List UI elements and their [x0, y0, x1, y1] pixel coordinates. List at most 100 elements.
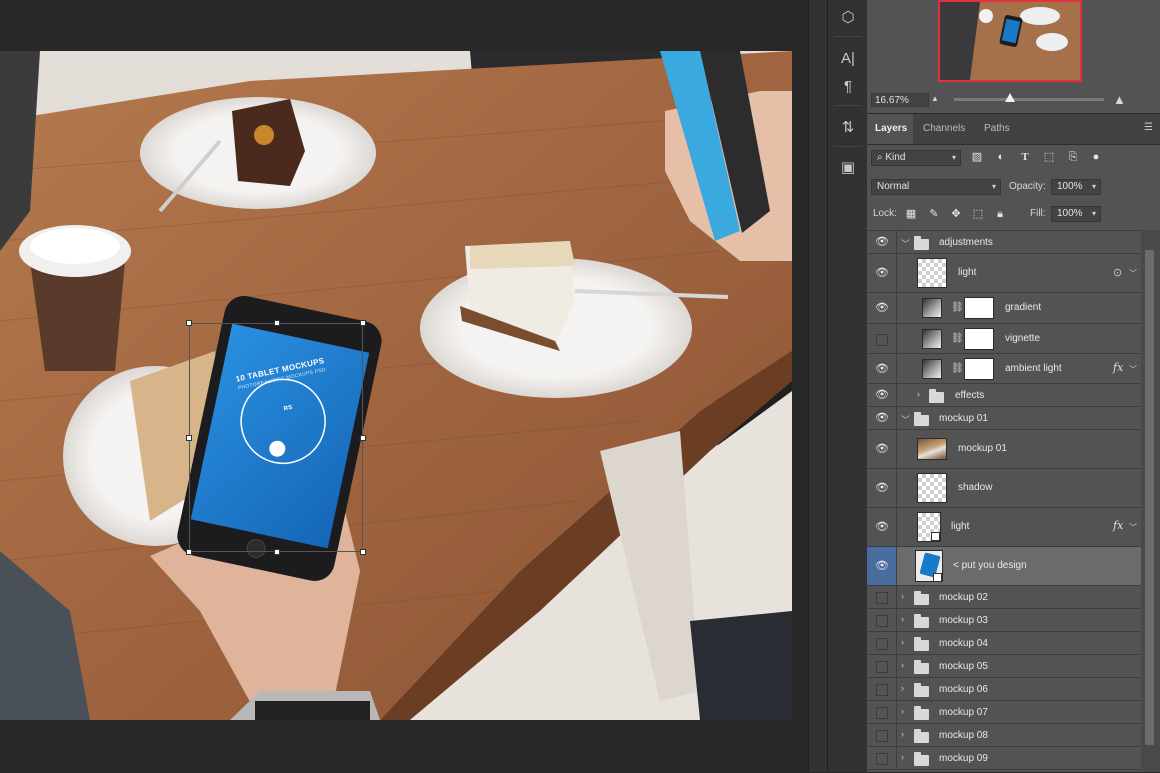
chevron-right-icon[interactable]: › — [901, 614, 904, 624]
eye-icon[interactable]: 👁︎ — [874, 302, 890, 314]
visibility-cell[interactable]: 👁︎ — [867, 508, 897, 546]
eye-icon[interactable]: 👁︎ — [874, 267, 890, 279]
visibility-off-box[interactable] — [876, 730, 888, 742]
layer-row-put-your-design[interactable]: 👁︎ < put you design — [867, 547, 1141, 586]
layer-row-mockup-07[interactable]: › mockup 07 — [867, 701, 1141, 724]
chevron-right-icon[interactable]: › — [901, 729, 904, 739]
visibility-off-box[interactable] — [876, 684, 888, 696]
zoom-out-mountain-icon[interactable]: ▲ — [931, 94, 939, 103]
layer-row-mockup-09[interactable]: › mockup 09 — [867, 747, 1141, 770]
chevron-down-icon[interactable]: ﹀ — [1129, 268, 1137, 279]
layer-row-mockup-08[interactable]: › mockup 08 — [867, 724, 1141, 747]
layer-row-mockup-05[interactable]: › mockup 05 — [867, 655, 1141, 678]
document-canvas-area[interactable]: 10 TABLET MOCKUPS PHOTOREALISTIC MOCKUPS… — [0, 0, 808, 772]
layers-scrollbar[interactable] — [1141, 230, 1160, 772]
visibility-cell[interactable] — [867, 701, 897, 723]
tab-channels[interactable]: Channels — [915, 114, 973, 144]
lock-transparent-icon[interactable]: ▦ — [904, 207, 918, 221]
transform-handle-right[interactable] — [360, 435, 366, 441]
layer-row-effects[interactable]: 👁︎ › effects — [867, 384, 1141, 407]
layer-row-light[interactable]: 👁︎ light ⊙ ﹀ — [867, 254, 1141, 293]
panel-splitter[interactable] — [808, 0, 828, 772]
layer-row-shadow[interactable]: 👁︎ shadow — [867, 469, 1141, 508]
eye-icon[interactable]: 👁︎ — [874, 560, 890, 572]
visibility-cell[interactable]: 👁︎ — [867, 293, 897, 323]
fill-field[interactable]: 100% ▾ — [1051, 206, 1101, 222]
layer-row-mockup-04[interactable]: › mockup 04 — [867, 632, 1141, 655]
zoom-in-mountain-icon[interactable]: ▲ — [1113, 92, 1126, 107]
filter-smart-object-icon[interactable]: ⎘ — [1066, 150, 1080, 164]
eye-icon[interactable]: 👁︎ — [874, 443, 890, 455]
layer-row-mockup-06[interactable]: › mockup 06 — [867, 678, 1141, 701]
chevron-down-icon[interactable]: ﹀ — [901, 413, 910, 426]
eye-icon[interactable]: 👁︎ — [874, 389, 890, 401]
document-canvas[interactable]: 10 TABLET MOCKUPS PHOTOREALISTIC MOCKUPS… — [0, 51, 792, 720]
chevron-right-icon[interactable]: › — [901, 660, 904, 670]
character-panel-icon[interactable]: A| — [836, 47, 860, 69]
layer-effects-icon[interactable]: fx — [1113, 519, 1123, 532]
filter-kind-dropdown[interactable]: ⌕ Kind ▾ — [871, 150, 961, 166]
layer-row-mockup-03[interactable]: › mockup 03 — [867, 609, 1141, 632]
visibility-cell[interactable]: 👁︎ — [867, 430, 897, 468]
panel-menu-icon[interactable]: ☰ — [1144, 123, 1154, 133]
chevron-down-icon[interactable]: ﹀ — [1129, 522, 1137, 533]
visibility-cell[interactable] — [867, 586, 897, 608]
filter-shape-icon[interactable]: ⬚ — [1042, 150, 1056, 164]
filter-toggle-icon[interactable]: ● — [1089, 150, 1103, 164]
layer-row-mockup-01[interactable]: 👁︎ mockup 01 — [867, 430, 1141, 469]
paragraph-panel-icon[interactable]: ¶ — [836, 75, 860, 97]
visibility-cell[interactable] — [867, 324, 897, 353]
layer-row-light-smart[interactable]: 👁︎ light fx ﹀ — [867, 508, 1141, 547]
visibility-cell[interactable]: 👁︎ — [867, 547, 897, 585]
visibility-off-box[interactable] — [876, 753, 888, 765]
visibility-off-box[interactable] — [876, 615, 888, 627]
layer-row-ambient-light[interactable]: 👁︎ ⛓︎ ambient light fx ﹀ — [867, 354, 1141, 384]
visibility-cell[interactable] — [867, 678, 897, 700]
chevron-down-icon[interactable]: ﹀ — [1129, 364, 1137, 375]
visibility-off-box[interactable] — [876, 334, 888, 346]
tab-paths[interactable]: Paths — [976, 114, 1018, 144]
chevron-right-icon[interactable]: › — [901, 683, 904, 693]
layer-row-adjustments[interactable]: 👁︎ ﹀ adjustments — [867, 231, 1141, 254]
navigator-zoom-field[interactable]: 16.67% — [871, 93, 929, 107]
eye-icon[interactable]: 👁︎ — [874, 236, 890, 248]
chevron-down-icon[interactable]: ﹀ — [901, 237, 910, 250]
layer-effects-icon[interactable]: fx — [1113, 361, 1123, 374]
visibility-cell[interactable] — [867, 747, 897, 769]
chevron-right-icon[interactable]: › — [901, 591, 904, 601]
transform-handle-top-left[interactable] — [186, 320, 192, 326]
visibility-cell[interactable]: 👁︎ — [867, 254, 897, 292]
link-chain-icon[interactable]: ⛓︎ — [951, 333, 964, 344]
transform-handle-bottom-right[interactable] — [360, 549, 366, 555]
filter-adjustment-icon[interactable]: ◐ — [994, 150, 1008, 164]
filter-type-icon[interactable]: T — [1018, 150, 1032, 164]
chevron-right-icon[interactable]: › — [901, 637, 904, 647]
visibility-cell[interactable] — [867, 609, 897, 631]
scrollbar-thumb[interactable] — [1145, 250, 1154, 745]
lock-brush-icon[interactable]: ✎ — [927, 207, 941, 221]
eye-icon[interactable]: 👁︎ — [874, 521, 890, 533]
transform-handle-bottom[interactable] — [274, 549, 280, 555]
chevron-right-icon[interactable]: › — [917, 389, 920, 399]
visibility-off-box[interactable] — [876, 592, 888, 604]
visibility-cell[interactable]: 👁︎ — [867, 407, 897, 429]
chevron-right-icon[interactable]: › — [901, 706, 904, 716]
chevron-right-icon[interactable]: › — [901, 752, 904, 762]
visibility-cell[interactable]: 👁︎ — [867, 384, 897, 406]
eye-icon[interactable]: 👁︎ — [874, 363, 890, 375]
visibility-cell[interactable] — [867, 724, 897, 746]
navigator-zoom-slider[interactable] — [954, 93, 1104, 102]
lock-position-icon[interactable]: ✥ — [949, 207, 963, 221]
blend-mode-dropdown[interactable]: Normal ▾ — [871, 179, 1001, 195]
navigator-thumbnail[interactable] — [938, 0, 1082, 82]
layer-list[interactable]: 👁︎ ﹀ adjustments 👁︎ light ⊙ ﹀ 👁︎ ⛓︎ grad… — [867, 230, 1141, 773]
clone-source-icon[interactable]: ⇅ — [836, 116, 860, 138]
visibility-cell[interactable]: 👁︎ — [867, 469, 897, 507]
layer-row-gradient[interactable]: 👁︎ ⛓︎ gradient — [867, 293, 1141, 324]
transform-handle-top-right[interactable] — [360, 320, 366, 326]
link-chain-icon[interactable]: ⛓︎ — [951, 363, 964, 374]
properties-icon[interactable]: ▣ — [836, 156, 860, 178]
transform-handle-left[interactable] — [186, 435, 192, 441]
visibility-off-box[interactable] — [876, 707, 888, 719]
transform-handle-top[interactable] — [274, 320, 280, 326]
